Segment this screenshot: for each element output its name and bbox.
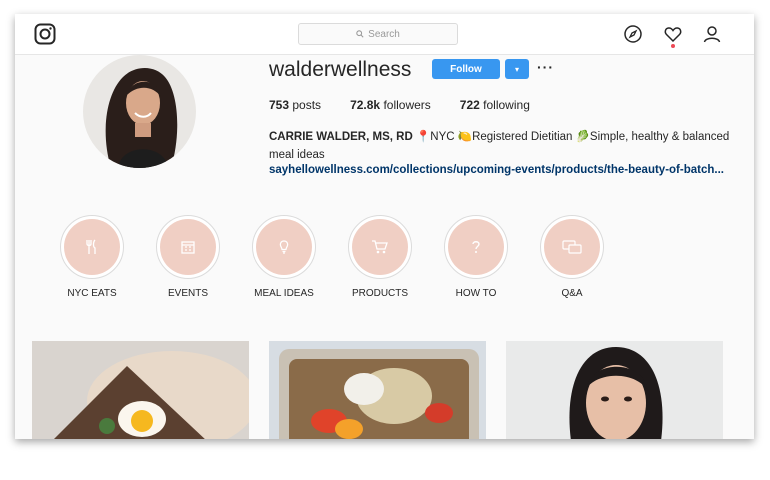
profile-avatar[interactable] bbox=[83, 55, 196, 168]
avatar-photo bbox=[83, 55, 196, 168]
highlight-qa[interactable]: Q&A bbox=[524, 215, 620, 299]
highlight-label: NYC EATS bbox=[67, 288, 117, 299]
highlight-label: MEAL IDEAS bbox=[254, 288, 314, 299]
browser-window: Search walderwellness Follow ▾ ··· 753 p… bbox=[15, 14, 754, 439]
followers-stat[interactable]: 72.8k followers bbox=[350, 98, 431, 112]
search-icon bbox=[356, 30, 364, 38]
highlight-nyc-eats[interactable]: NYC EATS bbox=[44, 215, 140, 299]
post-thumbnail[interactable] bbox=[506, 341, 723, 439]
highlight-label: EVENTS bbox=[167, 288, 208, 299]
portrait-photo bbox=[506, 341, 723, 439]
food-photo bbox=[32, 341, 249, 439]
bio-name: CARRIE WALDER, MS, RD bbox=[269, 131, 413, 143]
highlight-products[interactable]: PRODUCTS bbox=[332, 215, 428, 299]
suggestions-dropdown-button[interactable]: ▾ bbox=[505, 59, 529, 79]
profile-icon[interactable] bbox=[702, 24, 722, 44]
search-input[interactable]: Search bbox=[298, 23, 458, 45]
following-stat[interactable]: 722 following bbox=[460, 98, 530, 112]
search-placeholder: Search bbox=[368, 28, 400, 40]
question-icon bbox=[472, 241, 480, 253]
instagram-logo-icon[interactable] bbox=[34, 23, 56, 45]
compass-icon[interactable] bbox=[623, 24, 643, 44]
highlight-meal-ideas[interactable]: MEAL IDEAS bbox=[236, 215, 332, 299]
cart-icon bbox=[372, 240, 388, 254]
bio-link[interactable]: sayhellowellness.com/collections/upcomin… bbox=[269, 164, 724, 176]
follow-button[interactable]: Follow bbox=[432, 59, 500, 79]
profile-bio: CARRIE WALDER, MS, RD 📍NYC 🍋Registered D… bbox=[269, 128, 739, 164]
heart-icon[interactable] bbox=[663, 24, 683, 44]
cutlery-icon bbox=[86, 239, 96, 254]
post-thumbnail[interactable] bbox=[32, 341, 249, 439]
food-photo bbox=[269, 341, 486, 439]
highlight-label: HOW TO bbox=[455, 288, 497, 299]
lightbulb-icon bbox=[279, 240, 289, 254]
profile-username: walderwellness bbox=[269, 58, 412, 81]
post-thumbnail[interactable] bbox=[269, 341, 486, 439]
story-highlights: NYC EATS EVENTS MEAL IDEAS PRODUCTS HOW … bbox=[15, 215, 754, 315]
notification-dot bbox=[671, 44, 675, 48]
highlight-label: Q&A bbox=[561, 288, 583, 299]
calendar-icon bbox=[181, 241, 195, 254]
chat-icon bbox=[562, 240, 582, 254]
top-navigation-bar: Search bbox=[15, 14, 754, 55]
posts-stat[interactable]: 753 posts bbox=[269, 98, 321, 112]
profile-stats: 753 posts 72.8k followers 722 following bbox=[269, 98, 530, 112]
highlight-events[interactable]: EVENTS bbox=[140, 215, 236, 299]
chevron-down-icon: ▾ bbox=[514, 64, 519, 74]
highlight-how-to[interactable]: HOW TO bbox=[428, 215, 524, 299]
highlight-label: PRODUCTS bbox=[351, 288, 409, 299]
more-options-icon[interactable]: ··· bbox=[537, 59, 554, 75]
